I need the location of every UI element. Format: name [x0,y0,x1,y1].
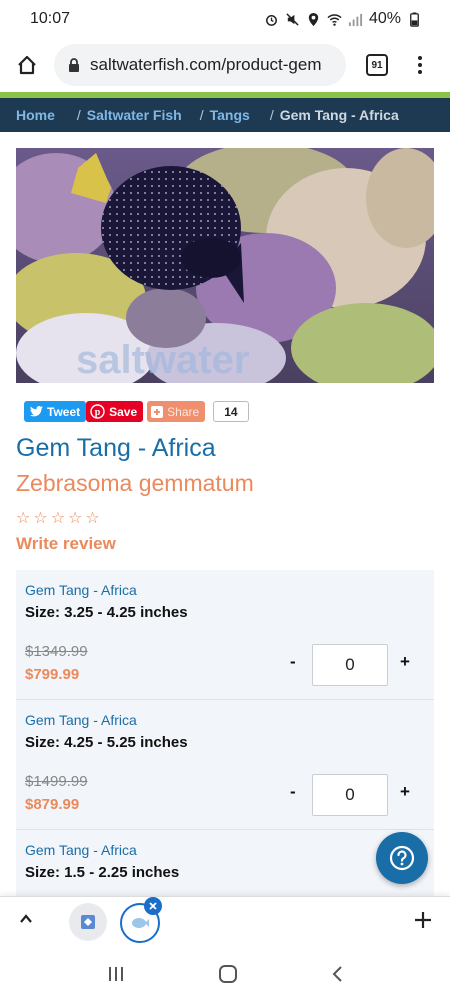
status-bar: 10:07 40% [0,0,450,38]
breadcrumb: Home / Saltwater Fish / Tangs / Gem Tang… [0,98,450,132]
recents-icon[interactable] [106,965,126,983]
share-label: Share [167,404,200,419]
variant-name[interactable]: Gem Tang - Africa [25,582,434,598]
tab-switcher-button[interactable]: 91 [366,54,388,76]
star-icon: ☆ [85,510,100,527]
alarm-icon [266,14,277,26]
home-icon [18,55,36,75]
variant-name[interactable]: Gem Tang - Africa [25,712,434,728]
write-review-link[interactable]: Write review [16,534,116,554]
tweet-label: Tweet [47,404,81,419]
quantity-decrease-button[interactable]: - [290,652,296,672]
browser-toolbar: saltwaterfish.com/product-gem 91 [0,38,450,92]
twitter-icon [30,406,43,417]
tab-thumbnail[interactable] [69,903,107,941]
fish-favicon-icon [132,918,149,928]
status-icons: 40% [264,10,422,28]
quantity-increase-button[interactable]: + [400,782,410,802]
variant-name[interactable]: Gem Tang - Africa [25,842,434,858]
star-icon: ☆ [68,510,83,527]
share-button[interactable]: Share [147,401,206,422]
pinterest-save-button[interactable]: p Save [86,401,144,422]
variant-old-price: $1499.99 [25,773,88,790]
location-icon [308,12,319,26]
system-nav-bar [0,948,450,1000]
product-scientific-name: Zebrasoma gemmatum [16,470,254,496]
star-icon: ☆ [50,510,66,527]
status-time: 10:07 [30,10,71,27]
variant-size: Size: 3.25 - 4.25 inches [25,604,188,621]
breadcrumb-tangs[interactable]: Tangs [210,107,250,123]
variant-list: Gem Tang - Africa Size: 3.25 - 4.25 inch… [16,570,434,900]
variant-old-price: $1349.99 [25,643,88,660]
pinterest-icon: p [90,404,105,419]
quantity-increase-button[interactable]: + [400,652,410,672]
address-bar[interactable]: saltwaterfish.com/product-gem [54,44,346,86]
breadcrumb-separator: / [76,107,81,123]
url-text: saltwaterfish.com/product-gem [90,55,322,74]
tab-strip [0,896,450,948]
breadcrumb-current: Gem Tang - Africa [279,107,399,123]
variant-size: Size: 4.25 - 5.25 inches [25,734,188,751]
home-button[interactable] [12,50,42,80]
back-icon[interactable] [330,964,344,984]
breadcrumb-home[interactable]: Home [16,107,55,123]
variant-row: Gem Tang - Africa Size: 1.5 - 2.25 inche… [16,830,434,900]
variant-price: $799.99 [25,666,80,683]
site-favicon-icon [81,915,95,929]
help-icon [389,845,415,871]
breadcrumb-separator: / [199,107,204,123]
chevron-up-icon[interactable] [18,911,34,932]
plus-box-icon [151,405,164,418]
signal-icon [348,13,363,26]
variant-row: Gem Tang - Africa Size: 4.25 - 5.25 inch… [16,700,434,830]
save-label: Save [109,404,138,419]
wifi-icon [327,13,342,26]
breadcrumb-saltwater-fish[interactable]: Saltwater Fish [87,107,182,123]
quantity-decrease-button[interactable]: - [290,782,296,802]
battery-icon [410,11,419,27]
battery-percent: 40% [368,10,401,27]
tweet-button[interactable]: Tweet [24,401,87,422]
help-button[interactable] [376,832,428,884]
more-vert-icon[interactable] [418,56,422,74]
quantity-input[interactable]: 0 [312,644,388,686]
product-title: Gem Tang - Africa [16,434,216,462]
rating-stars: ☆ ☆ ☆ ☆ ☆ [16,508,100,528]
svg-text:p: p [95,407,101,418]
variant-row: Gem Tang - Africa Size: 3.25 - 4.25 inch… [16,570,434,700]
variant-price: $879.99 [25,796,80,813]
close-icon[interactable] [144,897,162,915]
star-icon: ☆ [16,510,31,527]
variant-size: Size: 1.5 - 2.25 inches [25,864,180,881]
share-buttons: Tweet p Save Share 14 [24,401,249,422]
breadcrumb-separator: / [269,107,274,123]
mute-icon [286,12,299,26]
quantity-input[interactable]: 0 [312,774,388,816]
share-count: 14 [213,401,249,422]
plus-icon[interactable] [412,909,434,936]
product-image[interactable]: saltwater [16,148,434,383]
watermark-text: saltwater [76,338,249,382]
nav-home-icon[interactable] [218,964,238,984]
lock-icon [68,57,80,73]
star-icon: ☆ [33,510,48,527]
